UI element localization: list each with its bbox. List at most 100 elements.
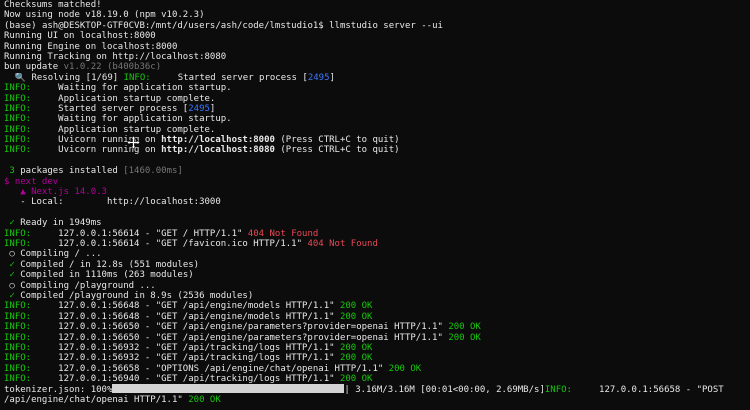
terminal-text: INFO: — [4, 342, 32, 353]
terminal-line: ✓ Compiled / in 12.8s (551 modules) — [4, 260, 747, 270]
terminal-text: 2495 — [307, 72, 330, 83]
terminal-text: 200 OK — [339, 301, 373, 312]
terminal-text: 200 OK — [448, 322, 481, 333]
terminal-text: 200 OK — [339, 311, 373, 322]
terminal-text: INFO: — [4, 135, 32, 146]
terminal-line: INFO: Uvicorn running on http://localhos… — [4, 145, 747, 155]
terminal-text: Started server process [ — [31, 103, 189, 114]
terminal-text: http://localhost:8080 — [161, 145, 275, 156]
terminal-line: INFO: 127.0.0.1:56650 - "GET /api/engine… — [4, 333, 747, 343]
terminal-text: 127.0.0.1:56932 - "GET /api/tracking/log… — [31, 353, 340, 364]
terminal-text: 127.0.0.1:56614 - "GET / HTTP/1.1" — [31, 228, 248, 239]
terminal-line: 3 packages installed [1460.00ms] — [4, 166, 747, 176]
terminal-text: 127.0.0.1:56932 - "GET /api/tracking/log… — [31, 342, 340, 353]
terminal-text: 127.0.0.1:56614 - "GET /favicon.ico HTTP… — [31, 238, 308, 249]
terminal-line: (base) ash@DESKTOP-GTF0CVB:/mnt/d/users/… — [4, 21, 747, 31]
terminal-text: (Press CTRL+C to quit) — [274, 145, 400, 156]
terminal-line: ○ Compiling / ... — [4, 249, 747, 259]
terminal-line: Running Engine on localhost:8000 — [4, 42, 747, 52]
download-progress-bar — [112, 384, 345, 394]
terminal-text: 200 OK — [448, 332, 481, 343]
terminal-text: 127.0.0.1:56940 - "GET /api/tracking/log… — [31, 374, 340, 385]
terminal-text: http://localhost:8000 — [161, 135, 275, 146]
terminal-line: INFO: Waiting for application startup. — [4, 83, 747, 93]
terminal-line: ✓ Ready in 1949ms — [4, 218, 747, 228]
terminal-text: ▲ Next.js 14.0.3 — [4, 187, 107, 198]
terminal-text: /api/engine/chat/openai HTTP/1.1" — [4, 394, 189, 405]
terminal-text: INFO: — [4, 332, 32, 343]
terminal-text: INFO: — [4, 322, 32, 333]
terminal-text: Started server process [ — [150, 72, 308, 83]
terminal-text: 2495 — [188, 103, 210, 114]
terminal-text: [1460.00ms] — [123, 166, 183, 177]
terminal-text: 404 Not Found — [247, 228, 319, 239]
terminal-text: Uvicorn running on — [31, 145, 162, 156]
terminal-text: Now using node v18.19.0 (npm v10.2.3) — [4, 10, 205, 21]
terminal-line: ○ Compiling /playground ... — [4, 281, 747, 291]
terminal-text: 127.0.0.1:56658 - "OPTIONS /api/engine/c… — [31, 363, 389, 374]
terminal-text: Application startup complete. — [31, 124, 216, 135]
terminal-line: INFO: Application startup complete. — [4, 94, 747, 104]
terminal-text: (Press CTRL+C to quit) — [274, 135, 400, 146]
terminal-line: INFO: Waiting for application startup. — [4, 114, 747, 124]
terminal-text: 127.0.0.1:56650 - "GET /api/engine/param… — [31, 332, 449, 343]
terminal-text: Checksums matched! — [4, 0, 102, 10]
terminal-text: v1.0.22 (b400b36c) — [63, 62, 162, 73]
terminal-line: 🔍 Resolving [1/69] INFO: Started server … — [4, 73, 747, 83]
terminal-text: Running Engine on localhost:8000 — [4, 41, 178, 52]
terminal-text: INFO: — [4, 301, 32, 312]
terminal-text: 3 — [4, 166, 21, 177]
terminal-line: tokenizer.json: 100% | 3.16M/3.16M [00:01… — [4, 384, 747, 395]
terminal-text: Waiting for application startup. — [31, 83, 232, 94]
terminal-text: Ready in 1949ms — [20, 218, 102, 229]
terminal-text: ash@DESKTOP-GTF0CVB:/mnt/d/users/ash/cod… — [41, 20, 319, 31]
move-cursor-icon — [127, 136, 140, 149]
terminal-text: 🔍 Resolving [1/69] — [4, 72, 124, 83]
terminal-text: $ llmstudio server --ui — [318, 20, 443, 31]
terminal-line: INFO: 127.0.0.1:56940 - "GET /api/tracki… — [4, 374, 747, 384]
terminal-line: INFO: 127.0.0.1:56932 - "GET /api/tracki… — [4, 353, 747, 363]
terminal-text: Compiled in 1110ms (263 modules) — [20, 270, 194, 281]
terminal-line: bun update v1.0.22 (b400b36c) — [4, 62, 747, 72]
terminal-text: INFO: — [4, 103, 32, 114]
terminal-text: ] — [209, 103, 216, 114]
terminal-line: INFO: Application startup complete. — [4, 125, 747, 135]
terminal-output: Checksums matched! Now using node v18.19.… — [4, 0, 747, 405]
terminal-text: INFO: — [4, 374, 32, 385]
terminal-line: Checksums matched! — [4, 0, 747, 10]
terminal-line: INFO: 127.0.0.1:56650 - "GET /api/engine… — [4, 322, 747, 332]
terminal-text: Running UI on localhost:8000 — [4, 31, 156, 42]
terminal-text: INFO: — [4, 145, 32, 156]
terminal-text: Compiled / in 12.8s (551 modules) — [20, 259, 200, 270]
terminal-text: 200 OK — [339, 342, 373, 353]
terminal-text: INFO: — [4, 114, 32, 125]
terminal-line: INFO: Started server process [2495] — [4, 104, 747, 114]
terminal-text: ] — [329, 72, 335, 83]
terminal-text: - Local: http://localhost:3000 — [4, 197, 221, 208]
terminal-line: INFO: 127.0.0.1:56658 - "OPTIONS /api/en… — [4, 364, 747, 374]
terminal-text: INFO: — [4, 311, 32, 322]
terminal-text: INFO: — [123, 72, 151, 83]
terminal-line: ✓ Compiled /playground in 8.9s (2536 mod… — [4, 291, 747, 301]
terminal-text: ○ — [4, 249, 21, 260]
terminal-text: tokenizer.json: 100% — [4, 385, 113, 395]
terminal-text: packages installed — [20, 166, 124, 177]
terminal-text: 200 OK — [339, 374, 373, 385]
terminal-text: $ next dev — [4, 176, 59, 187]
terminal-line: INFO: Uvicorn running on http://localhos… — [4, 135, 747, 145]
terminal-text: ✓ — [4, 259, 21, 270]
terminal-text: ✓ — [4, 218, 21, 229]
terminal-text: INFO: — [4, 124, 32, 135]
terminal-line: - Local: http://localhost:3000 — [4, 197, 747, 207]
terminal-text: bun update — [4, 62, 64, 73]
terminal-text: INFO: — [4, 353, 32, 364]
terminal-text: ✓ — [4, 290, 21, 301]
terminal-line: INFO: 127.0.0.1:56614 - "GET / HTTP/1.1"… — [4, 229, 747, 239]
terminal-text: 127.0.0.1:56658 - "POST — [571, 385, 724, 395]
terminal-text: Uvicorn running on — [31, 135, 162, 146]
terminal-window[interactable]: Checksums matched! Now using node v18.19.… — [0, 0, 750, 410]
terminal-line: Running UI on localhost:8000 — [4, 31, 747, 41]
terminal-line: /api/engine/chat/openai HTTP/1.1" 200 OK — [4, 395, 747, 405]
